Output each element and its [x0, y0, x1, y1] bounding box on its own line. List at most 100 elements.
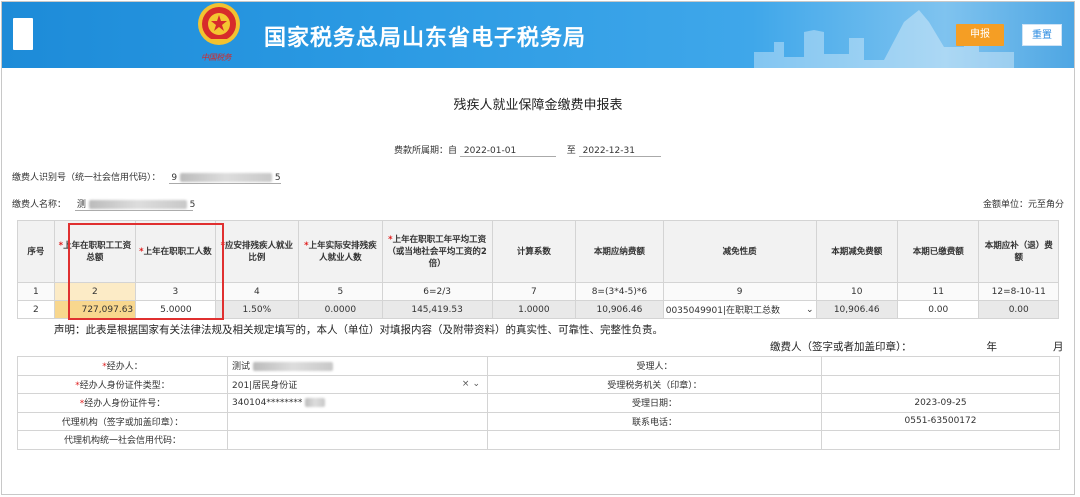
index-cell: 3 [135, 282, 216, 301]
header-coefficient: 计算系数 [491, 220, 577, 283]
handler-field[interactable]: 测试 [227, 356, 488, 376]
index-cell: 10 [815, 282, 898, 301]
accept-office-label: 受理税务机关（印章）： [487, 374, 822, 394]
redaction [305, 397, 326, 407]
accept-date-value: 2023-09-25 [821, 393, 1060, 413]
accept-date-label: 受理日期： [487, 393, 822, 413]
header-paid: 本期已缴费额 [896, 220, 980, 283]
header-seq: 序号 [17, 220, 55, 283]
acceptor-label: 受理人： [487, 356, 822, 376]
handler-id-type-select[interactable]: 201|居民身份证 ×⌄ [227, 374, 488, 394]
table-row: 2 727,097.63 5.0000 1.50% 0.0000 145,419… [17, 300, 1059, 319]
header-disabled-count: *上年实际安排残疾人就业人数 [298, 220, 383, 283]
period-label: 费款所属期：自 [394, 146, 458, 156]
year-label: 年 [986, 341, 997, 353]
tax-emblem-icon [198, 3, 240, 45]
handler-label: *经办人： [17, 356, 228, 376]
taxpayer-name-prefix: 测 [76, 200, 86, 210]
taxpayer-id-prefix: 9 [171, 173, 178, 183]
handler-table: *经办人： 测试 受理人： *经办人身份证件类型： 201|居民身份证 ×⌄ 受… [17, 356, 1060, 450]
acceptor-field [821, 356, 1060, 376]
taxpayer-id-row: 缴费人识别号（统一社会信用代码）： 9 5 [12, 170, 282, 184]
header-payable: 本期应纳费额 [575, 220, 664, 283]
agency-code-field[interactable] [227, 430, 488, 450]
relief-amount-cell: 10,906.46 [815, 300, 898, 319]
taxpayer-id-label: 缴费人识别号（统一社会信用代码）： [12, 173, 161, 183]
relief-nature-select[interactable]: 0035049901|在职职工总数 ⌄ [662, 300, 817, 319]
index-cell: 2 [53, 282, 137, 301]
period-start-field[interactable]: 2022-01-01 [459, 146, 556, 157]
taxpayer-id-field: 9 5 [169, 173, 282, 184]
taxpayer-name-suffix: 5 [189, 200, 196, 210]
period-end-field[interactable]: 2022-12-31 [578, 146, 661, 157]
index-cell: 8=(3*4-5)*6 [575, 282, 664, 301]
header-employee-count: *上年在职职工人数 [135, 220, 216, 283]
empty-cell [821, 430, 1060, 450]
handler-id-type-control: 201|居民身份证 ×⌄ [232, 378, 483, 391]
empty-cell [487, 430, 822, 450]
header-wage-total: *上年在职职工工资总额 [53, 220, 137, 283]
app-window: 中国税务 国家税务总局山东省电子税务局 申报 重置 残疾人就业保障金缴费申报表 … [1, 1, 1075, 495]
site-title: 国家税务总局山东省电子税务局 [264, 26, 587, 51]
phone-label: 联系电话： [487, 411, 822, 431]
period-row: 费款所属期：自 2022-01-01 至 2022-12-31 [394, 143, 669, 157]
index-cell: 5 [298, 282, 383, 301]
declaration-table: 序号 *上年在职职工工资总额 *上年在职职工人数 *应安排残疾人就业比例 *上年… [17, 220, 1059, 319]
index-cell: 11 [896, 282, 980, 301]
disabled-count-input[interactable]: 0.0000 [298, 300, 383, 319]
table-row: *经办人身份证件号： 340104******** 受理日期： 2023-09-… [17, 393, 1060, 413]
redaction [252, 362, 333, 372]
agency-code-label: 代理机构统一社会信用代码： [17, 430, 228, 450]
header-avg-wage: *上年在职职工年平均工资（或当地社会平均工资的2倍） [381, 220, 493, 283]
index-cell: 7 [491, 282, 577, 301]
index-cell: 1 [17, 282, 55, 301]
header-relief-nature: 减免性质 [662, 220, 817, 283]
month-label: 月 [1052, 341, 1064, 353]
index-cell: 12=8-10-11 [978, 282, 1059, 301]
amount-unit-label: 金额单位：元至角分 [982, 200, 1064, 210]
site-header: 中国税务 国家税务总局山东省电子税务局 申报 重置 [2, 2, 1074, 68]
row-seq: 2 [17, 300, 55, 319]
taxpayer-name-field: 测 5 [74, 197, 196, 211]
table-row: 代理机构统一社会信用代码： [17, 430, 1060, 450]
index-cell: 6=2/3 [381, 282, 493, 301]
declaration-statement: 声明：此表是根据国家有关法律法规及相关规定填写的，本人（单位）对填报内容（及附带… [54, 324, 663, 336]
menu-toggle[interactable] [13, 18, 33, 50]
ratio-cell: 1.50% [214, 300, 300, 319]
submit-button[interactable]: 申报 [956, 24, 1004, 46]
taxpayer-id-suffix: 5 [274, 173, 281, 183]
avg-wage-cell: 145,419.53 [381, 300, 493, 319]
employee-count-input[interactable]: 5.0000 [135, 300, 216, 319]
period-to-label: 至 [566, 146, 576, 156]
sign-label: 缴费人（签字或者加盖印章）： [770, 341, 912, 353]
form-title: 残疾人就业保障金缴费申报表 [453, 98, 623, 113]
coefficient-cell: 1.0000 [491, 300, 577, 319]
wage-total-input[interactable]: 727,097.63 [53, 300, 137, 319]
chevron-down-icon[interactable]: ⌄ [806, 305, 814, 315]
balance-cell: 0.00 [978, 300, 1059, 319]
signature-line: 缴费人（签字或者加盖印章）： 年 月 日 [770, 339, 1074, 354]
table-row: 代理机构（签字或加盖印章）： 联系电话： 0551-63500172 [17, 411, 1060, 431]
clear-and-chevron-icon[interactable]: ×⌄ [462, 379, 483, 389]
payable-cell: 10,906.46 [575, 300, 664, 319]
relief-nature-control: 0035049901|在职职工总数 ⌄ [665, 303, 814, 317]
taxpayer-name-row: 缴费人名称： 测 5 [12, 197, 196, 211]
accept-office-field [821, 374, 1060, 394]
header-relief-amount: 本期减免费额 [815, 220, 898, 283]
redaction [180, 173, 272, 182]
header-ratio: *应安排残疾人就业比例 [214, 220, 300, 283]
index-row: 1 2 3 4 5 6=2/3 7 8=(3*4-5)*6 9 10 11 12… [17, 282, 1059, 301]
handler-id-type-value: 201|居民身份证 [232, 380, 298, 391]
handler-id-no-field[interactable]: 340104******** [227, 393, 488, 413]
paid-input[interactable]: 0.00 [896, 300, 980, 319]
table-row: *经办人： 测试 受理人： [17, 356, 1060, 376]
taxpayer-name-label: 缴费人名称： [12, 200, 67, 210]
emblem-subtitle: 中国税务 [201, 53, 232, 62]
agency-field[interactable] [227, 411, 488, 431]
reset-button[interactable]: 重置 [1022, 24, 1062, 46]
relief-nature-value: 0035049901|在职职工总数 [665, 306, 781, 316]
header-balance: 本期应补（退）费额 [978, 220, 1059, 283]
handler-id-type-label: *经办人身份证件类型： [17, 374, 228, 394]
handler-id-no-label: *经办人身份证件号： [17, 393, 228, 413]
redaction [88, 200, 187, 209]
